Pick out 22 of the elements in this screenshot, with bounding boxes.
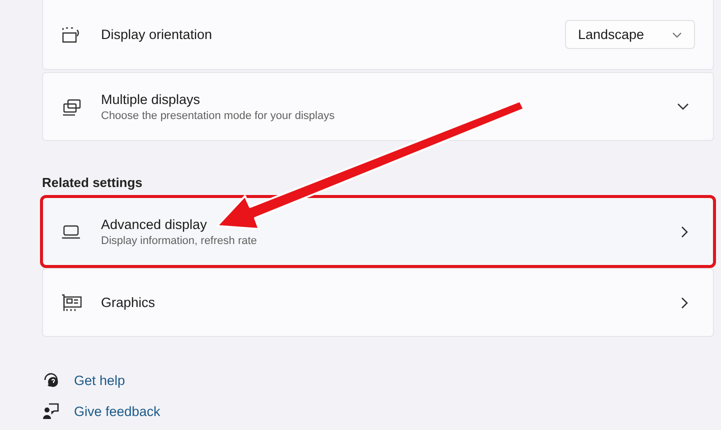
graphics-card-icon	[61, 294, 83, 312]
setting-title: Display orientation	[101, 27, 214, 42]
setting-title: Advanced display	[101, 216, 208, 232]
orientation-dropdown[interactable]: Landscape	[564, 20, 695, 49]
setting-card[interactable]: Multiple displays Choose the presentation mode for your displays	[42, 72, 714, 141]
setting-card[interactable]: Graphics	[42, 268, 714, 337]
setting-title: Graphics	[101, 295, 156, 310]
two-monitors-icon	[61, 98, 83, 116]
section-heading: Related settings	[42, 175, 144, 190]
laptop-icon	[61, 224, 81, 238]
highlighted-setting-card[interactable]: Advanced display Display information, refresh rate	[42, 197, 714, 266]
give-feedback-link[interactable]: Give feedback	[74, 404, 160, 418]
help-icon	[42, 371, 60, 389]
setting-title: Multiple displays	[101, 92, 202, 106]
get-help-link[interactable]: Get help	[74, 372, 126, 388]
chevron-right-icon[interactable]	[681, 296, 689, 308]
chevron-right-icon[interactable]	[681, 226, 689, 238]
feedback-icon	[42, 402, 60, 420]
setting-description: Choose the presentation mode for your displays	[101, 110, 336, 122]
setting-description: Display information, refresh rate	[101, 234, 258, 246]
chevron-down-icon	[672, 32, 682, 38]
chevron-down-icon[interactable]	[677, 102, 689, 110]
